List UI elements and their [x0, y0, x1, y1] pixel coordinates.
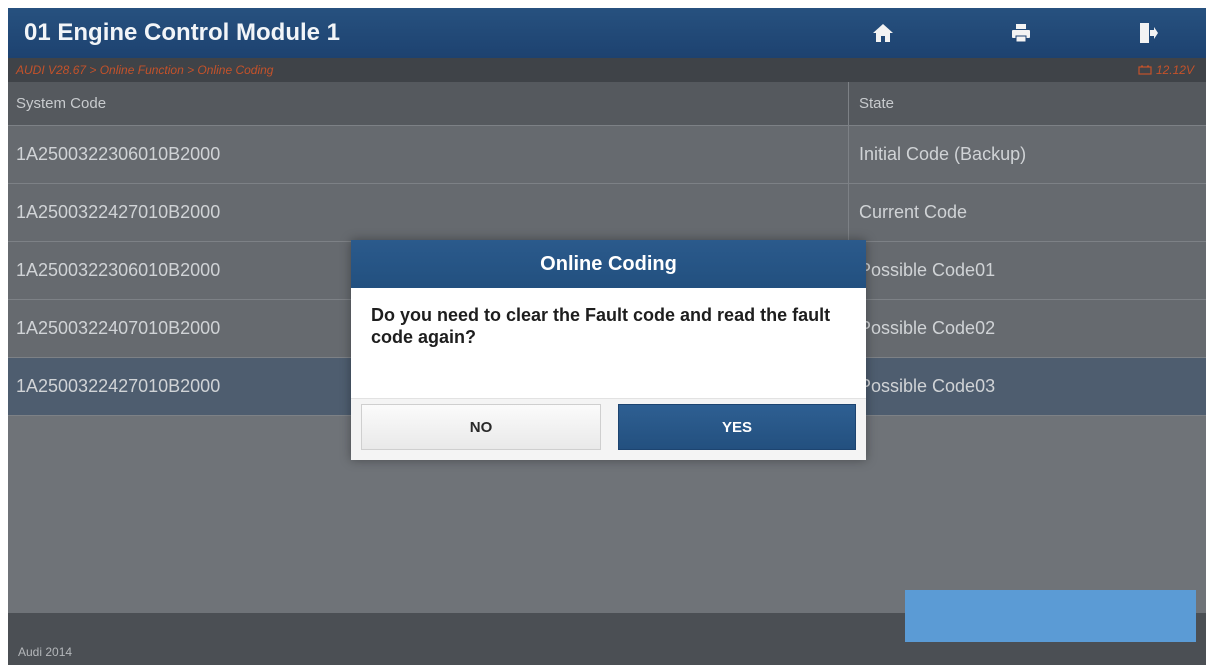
voltage-value: 12.12V — [1155, 63, 1194, 77]
breadcrumb: AUDI V28.67 > Online Function > Online C… — [16, 63, 274, 77]
print-button[interactable] — [1001, 17, 1041, 49]
vehicle-info: Audi 2014 — [18, 645, 73, 659]
row-state: Possible Code03 — [848, 358, 1206, 415]
battery-voltage: 12.12V — [1138, 63, 1194, 77]
dialog-message: Do you need to clear the Fault code and … — [371, 305, 831, 347]
exit-icon — [1140, 23, 1158, 43]
row-system-code: 1A2500322306010B2000 — [16, 144, 221, 164]
page-title: 01 Engine Control Module 1 — [24, 19, 341, 46]
row-state: Possible Code01 — [848, 242, 1206, 299]
row-state: Possible Code02 — [848, 300, 1206, 357]
row-state: Initial Code (Backup) — [848, 126, 1206, 183]
table-row[interactable]: 1A2500322427010B2000 Current Code — [8, 184, 1206, 242]
row-system-code: 1A2500322427010B2000 — [16, 202, 221, 222]
table-row[interactable]: 1A2500322306010B2000 Initial Code (Backu… — [8, 126, 1206, 184]
dialog-footer: NO YES — [351, 398, 866, 460]
breadcrumb-bar: AUDI V28.67 > Online Function > Online C… — [8, 58, 1206, 82]
online-coding-dialog: Online Coding Do you need to clear the F… — [351, 240, 866, 460]
dialog-title: Online Coding — [351, 240, 866, 288]
bottom-action-button[interactable] — [905, 590, 1196, 642]
exit-button[interactable] — [1128, 17, 1168, 49]
header-system-code: System Code — [16, 95, 107, 112]
home-icon — [873, 24, 893, 42]
title-bar: 01 Engine Control Module 1 — [8, 8, 1206, 58]
no-button[interactable]: NO — [361, 404, 601, 450]
row-state: Current Code — [848, 184, 1206, 241]
battery-icon — [1138, 65, 1152, 75]
header-state: State — [848, 82, 1206, 125]
table-header: System Code State — [8, 82, 1206, 126]
app-frame: 01 Engine Control Module 1 AUDI V28.67 >… — [8, 8, 1206, 665]
home-button[interactable] — [863, 17, 903, 49]
print-icon — [1012, 24, 1030, 43]
yes-button[interactable]: YES — [618, 404, 856, 450]
